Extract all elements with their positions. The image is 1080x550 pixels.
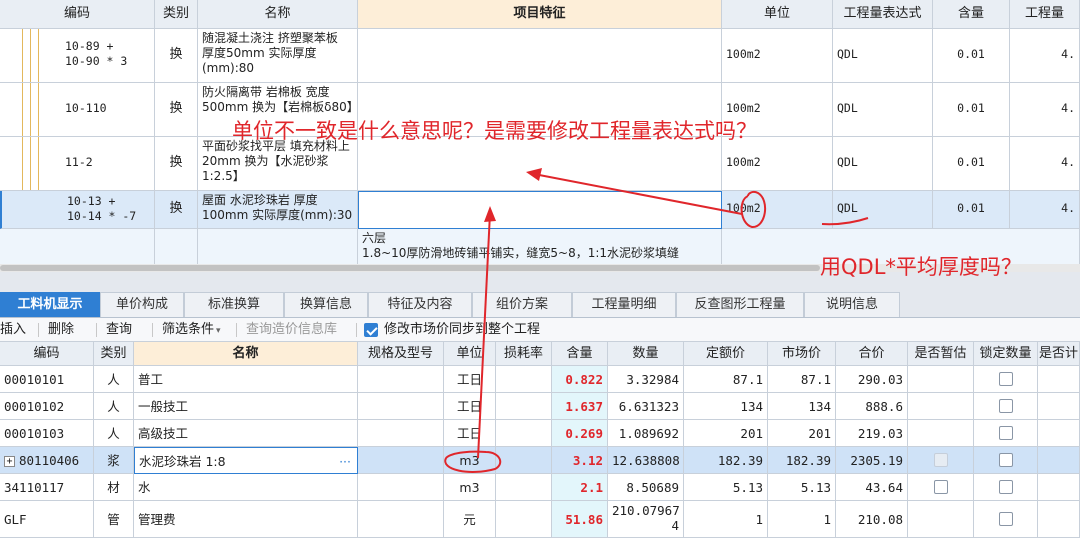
annotation-overlay: [444, 168, 869, 473]
annotation-arrow-line: [477, 212, 491, 459]
arrow-head-icon: [484, 206, 496, 222]
annotation-circle-m3: [444, 450, 502, 473]
annotation-arrow-line: [533, 173, 743, 215]
annotation-circle-unit: [740, 190, 767, 229]
arrow-head-icon: [526, 168, 542, 181]
annotation-underline-qdl: [821, 217, 869, 226]
